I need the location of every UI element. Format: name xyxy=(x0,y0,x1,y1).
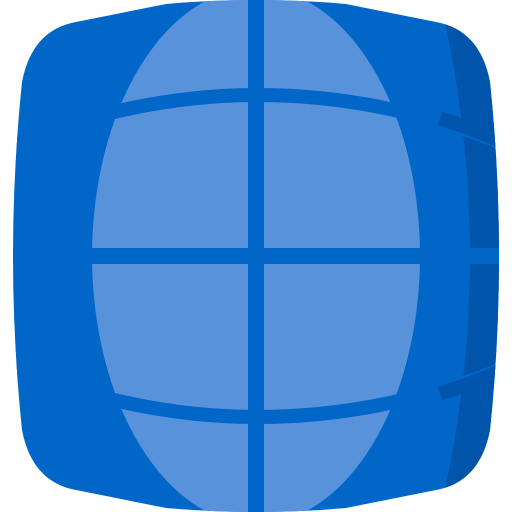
icon-canvas xyxy=(0,0,512,512)
grid-line-meridian xyxy=(248,0,264,512)
globe-grid-icon xyxy=(13,0,499,512)
